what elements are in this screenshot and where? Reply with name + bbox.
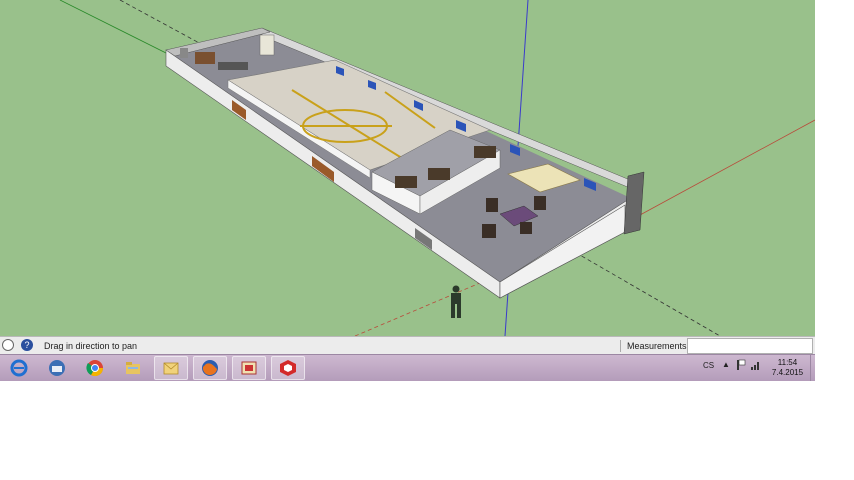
taskbar-file-explorer[interactable]	[116, 356, 150, 380]
taskbar-email[interactable]	[154, 356, 188, 380]
sketchup-icon	[280, 360, 296, 376]
chrome-icon	[86, 360, 104, 377]
flag-icon[interactable]	[736, 359, 746, 373]
separator	[620, 340, 621, 352]
internet-explorer-icon	[10, 359, 28, 377]
taskbar-chrome[interactable]	[78, 356, 112, 380]
email-icon	[163, 362, 179, 375]
clock-time: 11:54	[777, 358, 798, 367]
language-indicator[interactable]: CS	[703, 361, 714, 370]
firefox-icon	[202, 360, 218, 376]
measurements-label: Measurements	[627, 341, 687, 351]
help-icon[interactable]: ?	[21, 339, 33, 351]
taskbar-sketchup[interactable]	[271, 356, 305, 380]
tray-expand-icon[interactable]: ▲	[722, 360, 730, 369]
app-icon	[241, 361, 257, 375]
windows-taskbar: CS ▲ 11:54 7.4.2015	[0, 354, 815, 381]
taskbar-app[interactable]	[232, 356, 266, 380]
status-hint: Drag in direction to pan	[44, 341, 138, 351]
window-edge	[815, 0, 854, 380]
sketchup-viewport[interactable]	[0, 0, 815, 336]
model-canvas[interactable]	[0, 0, 815, 336]
taskbar-firefox[interactable]	[193, 356, 227, 380]
signal-icon[interactable]	[751, 360, 761, 372]
scale-figure	[451, 285, 461, 318]
clock-date: 7.4.2015	[771, 368, 804, 377]
status-bar: ? Drag in direction to pan Measurements	[0, 336, 815, 355]
building-model	[165, 27, 645, 299]
measurements-input[interactable]	[687, 338, 813, 354]
user-icon[interactable]	[2, 339, 14, 351]
taskbar-network[interactable]	[40, 356, 74, 380]
taskbar-clock[interactable]: 11:54 7.4.2015	[765, 358, 810, 378]
file-explorer-icon	[126, 362, 140, 374]
taskbar-internet-explorer[interactable]	[2, 356, 36, 380]
show-desktop-button[interactable]	[810, 355, 816, 381]
network-icon	[49, 360, 65, 376]
